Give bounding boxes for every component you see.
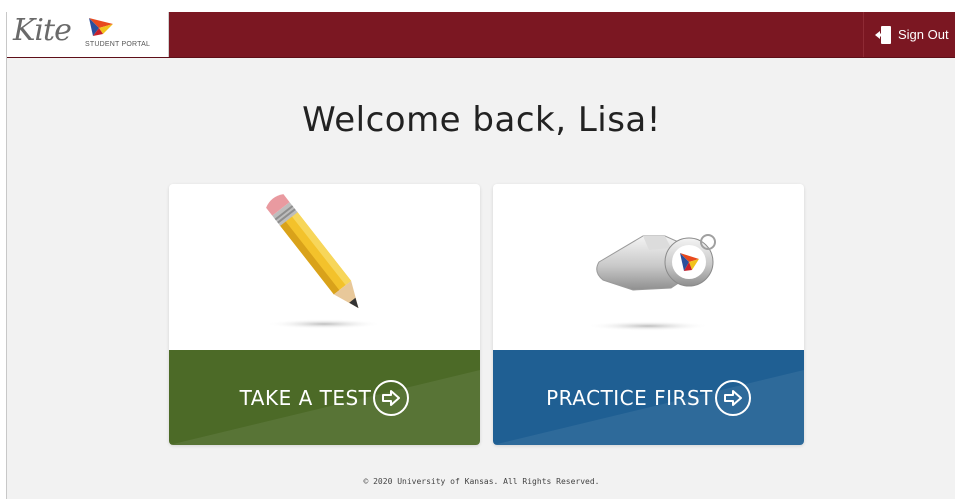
pencil-icon xyxy=(266,194,382,329)
take-a-test-card[interactable]: TAKE A TEST xyxy=(169,184,480,445)
app-window: Kite STUDENT PORTAL Sign Out Welcome bac… xyxy=(6,12,955,499)
whistle-icon xyxy=(586,234,716,331)
take-a-test-label: TAKE A TEST xyxy=(239,385,372,410)
arrow-right-icon xyxy=(373,379,410,416)
arrow-right-icon xyxy=(714,379,751,416)
logo-wordmark: Kite xyxy=(13,13,72,48)
practice-first-card[interactable]: PRACTICE FIRST xyxy=(493,184,804,445)
kite-icon xyxy=(89,18,113,36)
practice-first-button[interactable]: PRACTICE FIRST xyxy=(493,350,804,445)
sign-out-icon xyxy=(874,25,892,45)
sign-out-button[interactable]: Sign Out xyxy=(863,12,955,57)
copyright-footer: © 2020 University of Kansas. All Rights … xyxy=(363,477,600,486)
welcome-heading: Welcome back, Lisa! xyxy=(302,100,661,140)
sign-out-label: Sign Out xyxy=(898,27,949,42)
take-a-test-button[interactable]: TAKE A TEST xyxy=(169,350,480,445)
top-bar: Kite STUDENT PORTAL Sign Out xyxy=(7,12,955,58)
logo-subtitle: STUDENT PORTAL xyxy=(85,41,151,48)
kite-logo[interactable]: Kite STUDENT PORTAL xyxy=(7,12,169,57)
practice-first-label: PRACTICE FIRST xyxy=(546,385,713,410)
